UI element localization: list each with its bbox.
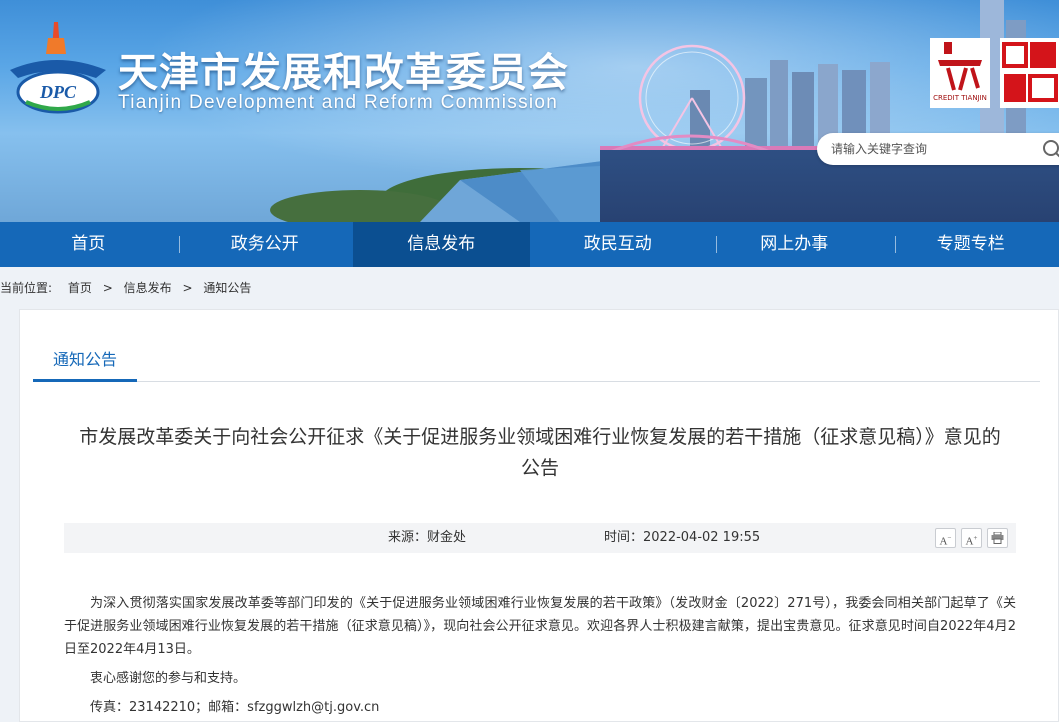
main-nav: 首页 政务公开 信息发布 政民互动 网上办事 专题专栏 [0, 222, 1059, 267]
nav-item-interaction[interactable]: 政民互动 [530, 222, 707, 267]
breadcrumb-prefix: 当前位置: [0, 281, 53, 295]
breadcrumb-separator: > [102, 281, 113, 295]
dpc-logo: DPC [10, 22, 106, 114]
minus-icon: − [947, 534, 952, 542]
nav-item-special-topics[interactable]: 专题专栏 [883, 222, 1059, 267]
search-bar[interactable] [817, 133, 1059, 165]
breadcrumb-home[interactable]: 首页 [68, 267, 92, 309]
font-increase-button[interactable]: A+ [961, 528, 982, 548]
site-title-english: Tianjin Development and Reform Commissio… [118, 92, 559, 113]
breadcrumb: 当前位置: 首页 > 信息发布 > 通知公告 [0, 267, 1059, 309]
content-panel: 通知公告 市发展改革委关于向社会公开征求《关于促进服务业领域困难行业恢复发展的若… [19, 309, 1059, 722]
article-title: 市发展改革委关于向社会公开征求《关于促进服务业领域困难行业恢复发展的若干措施（征… [79, 426, 1001, 479]
nav-divider [179, 236, 180, 253]
red-seal-icon [1002, 42, 1058, 102]
breadcrumb-separator: > [182, 281, 193, 295]
article-paragraph: 衷心感谢您的参与和支持。 [90, 671, 247, 686]
credit-logo-caption: CREDIT TIANJIN [933, 94, 987, 102]
search-input[interactable] [831, 140, 1031, 158]
article-meta-bar: 来源：财金处 时间：2022-04-02 19:55 A− A+ [64, 523, 1016, 553]
font-decrease-label: A [939, 535, 948, 548]
article-contact: 传真：23142210；邮箱：sfzggwlzh@tj.gov.cn [90, 700, 380, 715]
nav-item-information-release[interactable]: 信息发布 [353, 222, 530, 267]
site-header: DPC 天津市发展和改革委员会 Tianjin Development and … [0, 0, 1059, 222]
font-increase-label: A [965, 535, 974, 548]
breadcrumb-notices[interactable]: 通知公告 [203, 267, 251, 309]
credit-tianjin-logo[interactable]: CREDIT TIANJIN [930, 38, 990, 108]
breadcrumb-information-release[interactable]: 信息发布 [124, 267, 172, 309]
article-source: 来源：财金处 [388, 530, 467, 545]
article-body: 为深入贯彻落实国家发展改革委等部门印发的《关于促进服务业领域困难行业恢复发展的若… [64, 592, 1016, 719]
tab-notices[interactable]: 通知公告 [33, 346, 137, 382]
nav-divider [716, 236, 717, 253]
plus-icon: + [973, 534, 978, 542]
section-tab-strip: 通知公告 [33, 310, 1040, 382]
print-button[interactable] [987, 528, 1008, 548]
svg-text:DPC: DPC [39, 82, 77, 102]
nav-item-online-services[interactable]: 网上办事 [706, 222, 883, 267]
article-time: 时间：2022-04-02 19:55 [604, 530, 761, 545]
font-decrease-button[interactable]: A− [935, 528, 956, 548]
credit-seal-icon [938, 42, 982, 91]
article-paragraph: 为深入贯彻落实国家发展改革委等部门印发的《关于促进服务业领域困难行业恢复发展的若… [64, 596, 1016, 657]
nav-item-government-affairs[interactable]: 政务公开 [177, 222, 354, 267]
nav-divider [895, 236, 896, 253]
site-title-chinese: 天津市发展和改革委员会 [118, 50, 569, 96]
search-icon[interactable] [1041, 138, 1059, 160]
print-icon [991, 531, 1004, 544]
tianjin-network-logo[interactable] [1000, 38, 1059, 108]
nav-item-home[interactable]: 首页 [0, 222, 177, 267]
